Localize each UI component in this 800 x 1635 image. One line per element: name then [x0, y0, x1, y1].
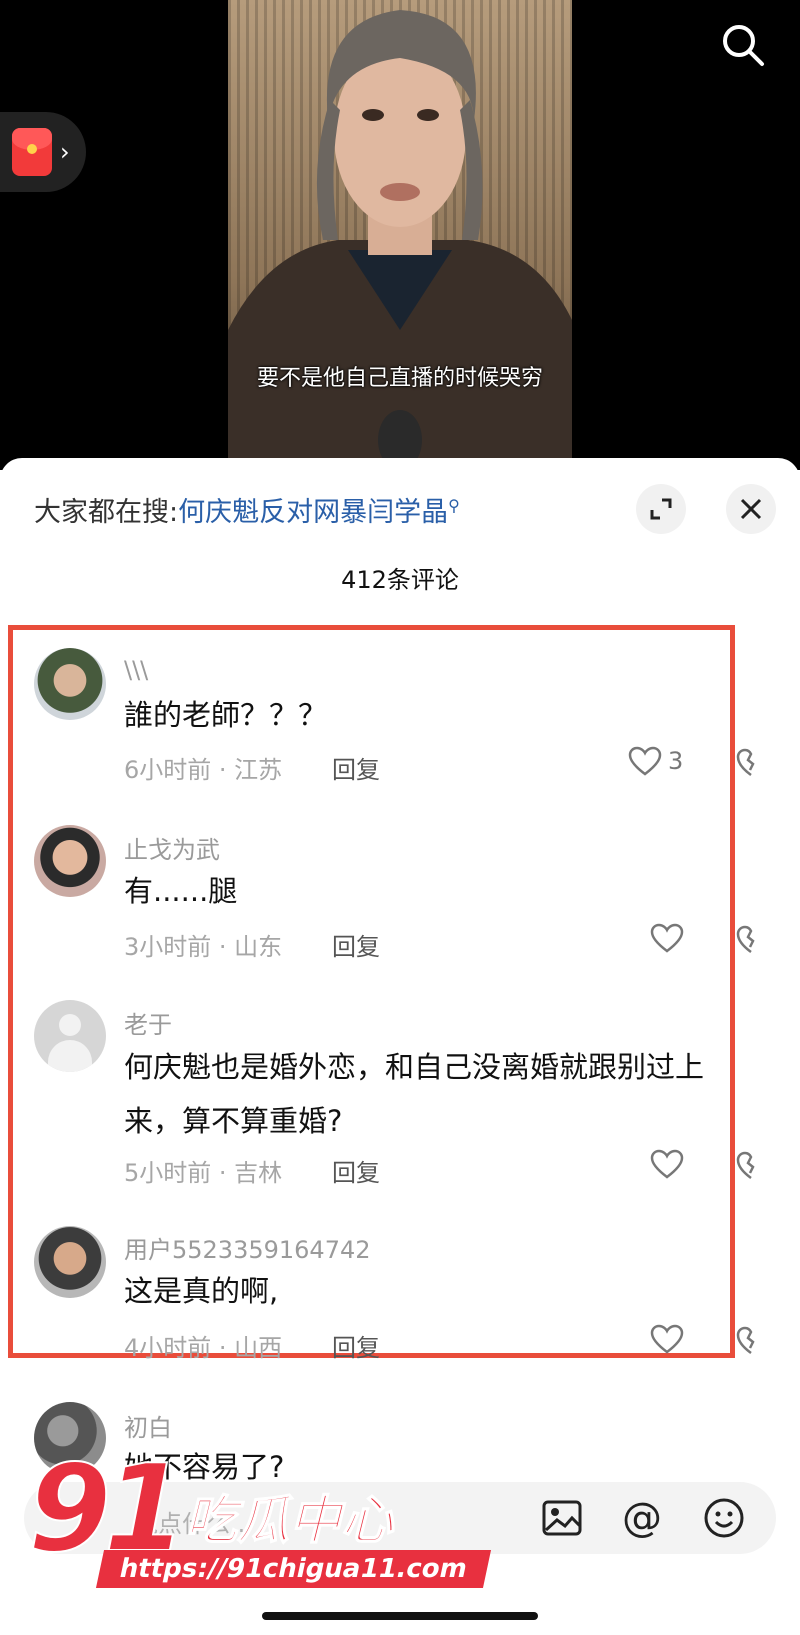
expand-icon: [650, 498, 672, 520]
expand-button[interactable]: [636, 484, 686, 534]
trending-prefix: 大家都在搜:: [34, 497, 179, 528]
comment-username[interactable]: \\\: [124, 656, 148, 684]
home-indicator[interactable]: [262, 1612, 538, 1620]
heart-icon: [650, 1324, 684, 1354]
red-packet-tab[interactable]: ›: [0, 112, 86, 192]
close-icon: [740, 498, 762, 520]
video-player[interactable]: 要不是他自己直播的时候哭穷 ›: [0, 0, 800, 470]
heart-icon: [650, 1149, 684, 1179]
video-subtitle: 要不是他自己直播的时候哭穷: [256, 366, 543, 391]
search-icon[interactable]: [720, 22, 766, 68]
like-count: 3: [668, 747, 684, 775]
comment-text[interactable]: 誰的老師？？？: [124, 688, 724, 742]
close-button[interactable]: [726, 484, 776, 534]
video-frame: 要不是他自己直播的时候哭穷: [228, 0, 572, 470]
red-packet-icon: [12, 128, 52, 176]
broken-heart-icon[interactable]: [736, 1151, 766, 1181]
like-button[interactable]: [650, 923, 690, 953]
broken-heart-icon[interactable]: [736, 748, 766, 778]
watermark-url: https://91chigua11.com: [95, 1550, 491, 1588]
emoji-icon[interactable]: [702, 1496, 746, 1540]
avatar[interactable]: [34, 1000, 106, 1072]
comment-text[interactable]: 这是真的啊,: [124, 1264, 724, 1318]
comment-text[interactable]: 有......腿: [124, 864, 724, 918]
like-button[interactable]: [650, 1324, 690, 1354]
watermark-logo-text: 吃瓜中心: [184, 1490, 394, 1552]
comment-text[interactable]: 何庆魁也是婚外恋，和自己没离婚就跟别过上来，算不算重婚?: [124, 1040, 724, 1148]
at-mention-icon[interactable]: @: [620, 1496, 664, 1540]
avatar[interactable]: [34, 648, 106, 720]
like-button[interactable]: [650, 1149, 690, 1179]
small-search-icon: ⚲: [448, 496, 460, 515]
trending-search[interactable]: 大家都在搜:何庆魁反对网暴闫学晶⚲: [34, 490, 460, 529]
comment-time-location: 3小时前 · 山东: [124, 933, 283, 961]
reply-button[interactable]: 回复: [332, 1153, 380, 1188]
reply-button[interactable]: 回复: [332, 1328, 380, 1363]
avatar[interactable]: [34, 1226, 106, 1298]
trending-query-link[interactable]: 何庆魁反对网暴闫学晶: [178, 497, 448, 528]
reply-button[interactable]: 回复: [332, 927, 380, 962]
comment-username[interactable]: 初白: [124, 1408, 172, 1443]
comment-time-location: 4小时前 · 山西: [124, 1334, 283, 1362]
comment-time-location: 6小时前 · 江苏: [124, 756, 283, 784]
comment-username[interactable]: 止戈为武: [124, 830, 220, 865]
avatar[interactable]: [34, 825, 106, 897]
comment-count: 412条评论: [341, 566, 459, 594]
comment-time-location: 5小时前 · 吉林: [124, 1159, 283, 1187]
image-icon[interactable]: [540, 1496, 584, 1540]
broken-heart-icon[interactable]: [736, 1326, 766, 1356]
comment-username[interactable]: 老于: [124, 1005, 172, 1040]
reply-button[interactable]: 回复: [332, 750, 380, 785]
heart-icon: [650, 923, 684, 953]
like-button[interactable]: 3: [628, 746, 683, 776]
heart-icon: [628, 746, 662, 776]
speaker-figure: [228, 10, 572, 470]
comment-username[interactable]: 用户5523359164742: [124, 1230, 371, 1265]
broken-heart-icon[interactable]: [736, 925, 766, 955]
chevron-right-icon: ›: [60, 138, 70, 166]
